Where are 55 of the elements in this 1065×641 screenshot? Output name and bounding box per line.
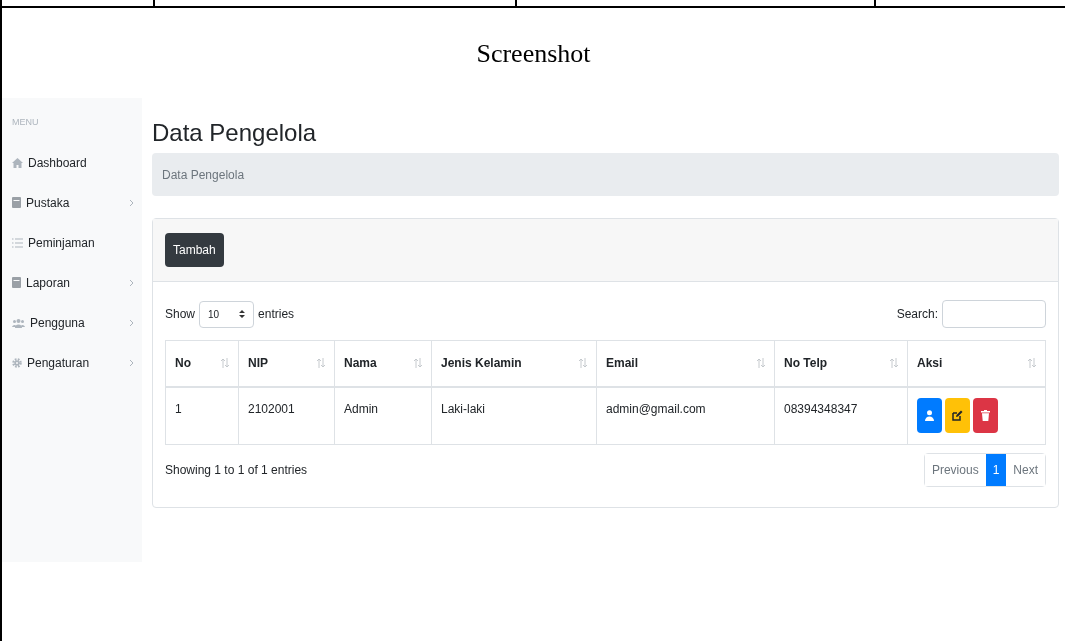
table-info: Showing 1 to 1 of 1 entries — [165, 462, 308, 479]
page-button[interactable]: 1 — [985, 454, 1007, 486]
sort-icon — [890, 358, 898, 369]
table-cell: 08394348347 — [784, 401, 858, 416]
trash-icon — [981, 409, 990, 421]
gear-icon — [12, 357, 22, 368]
edit-button[interactable] — [945, 397, 970, 433]
sidebar-item[interactable]: Pengguna — [12, 313, 134, 332]
book-icon — [12, 197, 21, 208]
sort-icon — [1028, 358, 1036, 369]
chevron-right-icon — [129, 358, 134, 367]
length-select[interactable]: 10 — [199, 300, 255, 328]
add-button[interactable]: Tambah — [165, 233, 224, 267]
user-icon — [925, 409, 934, 421]
column-header[interactable]: No — [175, 354, 191, 373]
column-header[interactable]: No Telp — [784, 354, 828, 373]
list-icon — [12, 237, 23, 248]
chevron-right-icon — [129, 198, 134, 207]
delete-button[interactable] — [973, 397, 998, 433]
edit-icon — [952, 409, 963, 421]
home-icon — [12, 157, 23, 168]
sort-icon — [317, 358, 325, 369]
sort-icon — [757, 358, 765, 369]
book-icon — [12, 277, 21, 288]
sidebar-item[interactable]: Peminjaman — [12, 233, 134, 252]
sidebar-item[interactable]: Dashboard — [12, 153, 134, 172]
length-label: Show — [165, 306, 196, 323]
detail-button[interactable] — [917, 397, 942, 433]
length-label: entries — [258, 306, 295, 323]
search-field[interactable] — [942, 300, 1046, 328]
column-header[interactable]: Jenis Kelamin — [441, 354, 522, 373]
column-header[interactable]: Email — [606, 354, 638, 373]
table-cell: Laki-laki — [441, 401, 485, 416]
table-cell: 2102001 — [248, 401, 295, 416]
sidebar-item[interactable]: Pustaka — [12, 193, 134, 212]
sort-icon — [414, 358, 422, 369]
sort-icon — [221, 358, 229, 369]
chevron-right-icon — [129, 278, 134, 287]
column-header[interactable]: Aksi — [917, 354, 943, 373]
table-cell: 1 — [175, 401, 182, 416]
table-cell: Admin — [344, 401, 378, 416]
column-header[interactable]: NIP — [248, 354, 268, 373]
sidebar-item[interactable]: Laporan — [12, 273, 134, 292]
sidebar-item[interactable]: Pengaturan — [12, 353, 134, 372]
users-icon — [12, 317, 25, 328]
breadcrumb-item[interactable]: Data Pengelola — [162, 165, 245, 184]
chevron-right-icon — [129, 318, 134, 327]
caption: Screenshot — [476, 37, 591, 70]
page-title: Data Pengelola — [152, 118, 317, 148]
table-cell: admin@gmail.com — [606, 401, 706, 416]
search-label: Search: — [896, 306, 938, 323]
column-header[interactable]: Nama — [344, 354, 377, 373]
sort-caret-icon — [239, 310, 246, 318]
sort-icon — [579, 358, 587, 369]
sidebar-heading: MENU — [12, 116, 39, 129]
